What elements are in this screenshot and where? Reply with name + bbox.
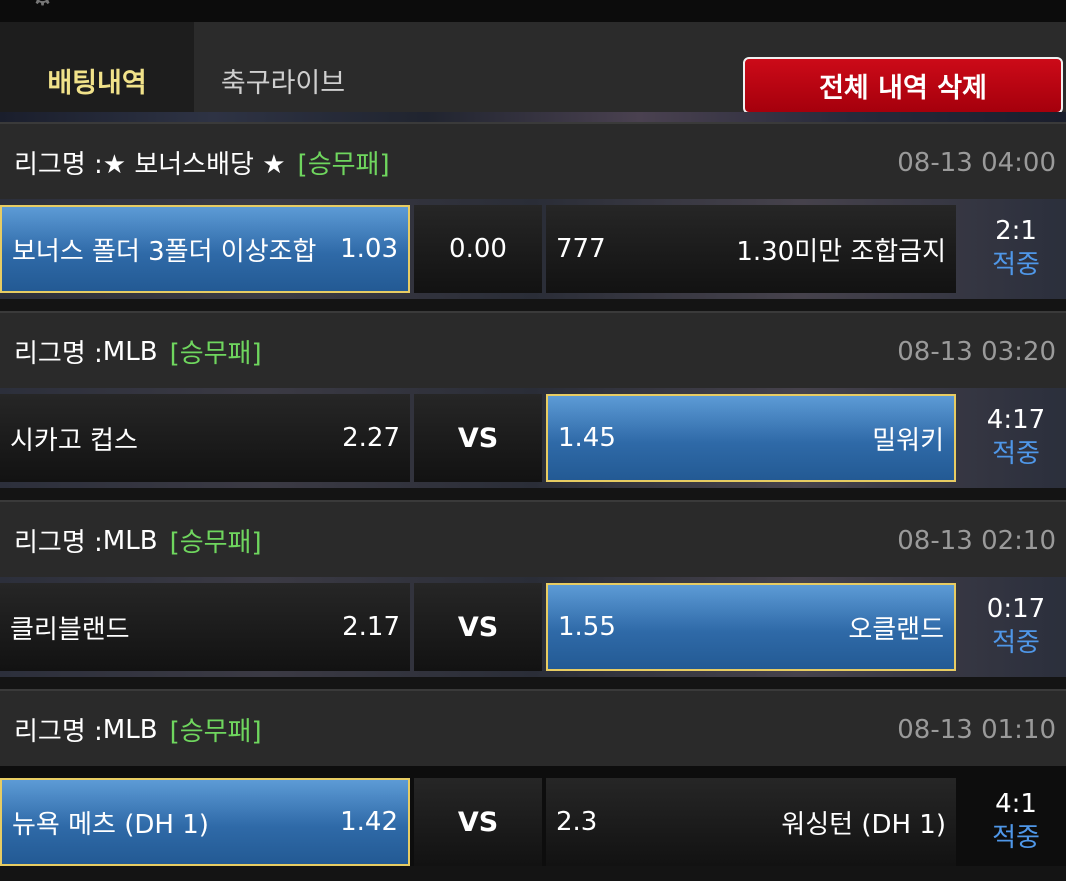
home-team: 뉴욕 메츠 (DH 1) — [12, 809, 209, 840]
bet-row: 뉴욕 메츠 (DH 1) 1.42 VS 2.3 워싱턴 (DH 1) 4:1 … — [0, 766, 1066, 866]
market-tag: [승무패] — [169, 717, 262, 747]
market-tag: [승무패] — [297, 150, 390, 180]
league-name: ★ 보너스배당 ★ — [102, 150, 286, 180]
away-pick[interactable]: 2.3 워싱턴 (DH 1) — [546, 778, 956, 866]
tab-betting-history[interactable]: 배팅내역 — [0, 22, 194, 112]
away-pick[interactable]: 1.45 밀워키 — [546, 394, 956, 482]
home-pick[interactable]: 클리블랜드 2.17 — [0, 583, 410, 671]
bet-row: 보너스 폴더 3폴더 이상조합 1.03 0.00 777 1.30미만 조합금… — [0, 199, 1066, 299]
home-team: 클리블랜드 — [10, 614, 130, 645]
gear-icon[interactable]: ⚙ — [30, 0, 74, 10]
league-label: 리그명 : MLB [승무패] — [14, 313, 262, 390]
delete-all-button[interactable]: 전체 내역 삭제 — [743, 57, 1063, 114]
score: 2:1 — [995, 216, 1037, 247]
score: 4:1 — [995, 789, 1037, 820]
league-prefix: 리그명 : — [14, 339, 103, 369]
home-odds: 1.42 — [340, 807, 398, 837]
middle-value: 0.00 — [449, 234, 507, 264]
market-tag: [승무패] — [169, 528, 262, 558]
match-time: 08-13 04:00 — [897, 147, 1056, 178]
match-time: 08-13 03:20 — [897, 336, 1056, 367]
status-badge: 적중 — [992, 628, 1040, 658]
league-prefix: 리그명 : — [14, 717, 103, 747]
league-header: 리그명 : MLB [승무패] 08-13 01:10 — [0, 689, 1066, 766]
away-pick[interactable]: 1.55 오클랜드 — [546, 583, 956, 671]
vs-label: VS — [457, 806, 499, 838]
score: 4:17 — [986, 405, 1046, 436]
home-team: 보너스 폴더 3폴더 이상조합 — [12, 236, 317, 267]
home-pick[interactable]: 시카고 컵스 2.27 — [0, 394, 410, 482]
league-header: 리그명 : MLB [승무패] 08-13 02:10 — [0, 500, 1066, 577]
bet-row: 시카고 컵스 2.27 VS 1.45 밀워키 4:17 적중 — [0, 388, 1066, 488]
league-label: 리그명 : ★ 보너스배당 ★ [승무패] — [14, 124, 390, 201]
vs-cell: VS — [414, 583, 542, 671]
background-strip — [0, 112, 1066, 122]
status-badge: 적중 — [992, 823, 1040, 853]
league-name: MLB — [102, 525, 158, 556]
status-badge: 적중 — [992, 250, 1040, 280]
league-label: 리그명 : MLB [승무패] — [14, 691, 262, 768]
match-time: 08-13 01:10 — [897, 714, 1056, 745]
tab-soccer-live[interactable]: 축구라이브 — [194, 22, 372, 112]
home-pick[interactable]: 뉴욕 메츠 (DH 1) 1.42 — [0, 778, 410, 866]
away-pick[interactable]: 777 1.30미만 조합금지 — [546, 205, 956, 293]
away-odds: 2.3 — [556, 807, 598, 837]
vs-label: VS — [457, 611, 499, 643]
bet-row: 클리블랜드 2.17 VS 1.55 오클랜드 0:17 적중 — [0, 577, 1066, 677]
market-tag: [승무패] — [169, 339, 262, 369]
league-label: 리그명 : MLB [승무패] — [14, 502, 262, 579]
home-team: 시카고 컵스 — [10, 425, 138, 456]
home-pick[interactable]: 보너스 폴더 3폴더 이상조합 1.03 — [0, 205, 410, 293]
score: 0:17 — [986, 594, 1046, 625]
away-odds: 1.45 — [558, 423, 616, 453]
result-box: 4:17 적중 — [966, 394, 1066, 482]
result-box: 4:1 적중 — [966, 778, 1066, 866]
result-box: 2:1 적중 — [966, 205, 1066, 293]
away-team: 밀워키 — [872, 425, 944, 456]
vs-cell: VS — [414, 778, 542, 866]
match-time: 08-13 02:10 — [897, 525, 1056, 556]
vs-label: VS — [457, 422, 499, 454]
home-odds: 2.17 — [342, 612, 400, 642]
league-prefix: 리그명 : — [14, 150, 103, 180]
league-name: MLB — [102, 714, 158, 745]
away-team: 워싱턴 (DH 1) — [781, 809, 946, 840]
league-header: 리그명 : ★ 보너스배당 ★ [승무패] 08-13 04:00 — [0, 122, 1066, 199]
league-header: 리그명 : MLB [승무패] 08-13 03:20 — [0, 311, 1066, 388]
status-badge: 적중 — [992, 439, 1040, 469]
home-odds: 1.03 — [340, 234, 398, 264]
tab-bar: 배팅내역 축구라이브 전체 내역 삭제 — [0, 22, 1066, 114]
away-team: 1.30미만 조합금지 — [736, 236, 946, 267]
away-team: 오클랜드 — [848, 614, 944, 645]
draw-cell[interactable]: 0.00 — [414, 205, 542, 293]
result-box: 0:17 적중 — [966, 583, 1066, 671]
away-odds: 1.55 — [558, 612, 616, 642]
league-name: MLB — [102, 336, 158, 367]
home-odds: 2.27 — [342, 423, 400, 453]
away-odds: 777 — [556, 234, 606, 264]
league-prefix: 리그명 : — [14, 528, 103, 558]
top-bar: ⚙ — [0, 0, 1066, 22]
vs-cell: VS — [414, 394, 542, 482]
